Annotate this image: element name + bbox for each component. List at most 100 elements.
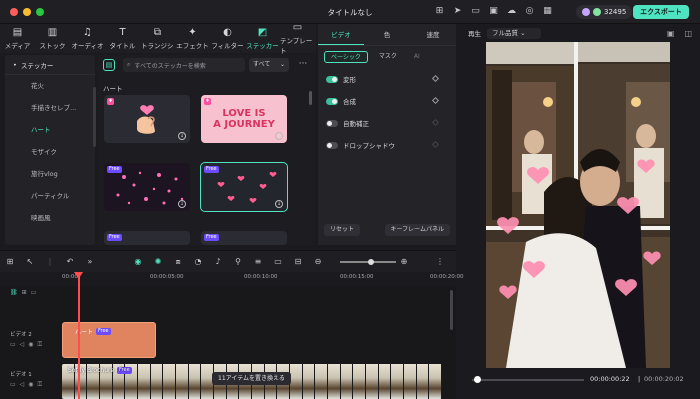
download-icon[interactable]: ↓ [275, 200, 283, 208]
sidebar-item-cinematic[interactable]: 映画風 [5, 207, 95, 229]
sidebar-item-mosaic[interactable]: モザイク [5, 141, 95, 163]
export-button[interactable]: エクスポート [633, 5, 689, 19]
tab-transition[interactable]: ⧉トランジション [140, 24, 175, 53]
seek-bar[interactable] [472, 376, 584, 383]
library-scrollbar[interactable] [309, 91, 312, 105]
auto-enhance-toggle[interactable] [326, 119, 338, 127]
keyframe-icon[interactable] [431, 118, 440, 127]
link-icon[interactable]: ⛓ [10, 289, 18, 296]
transform-toggle[interactable] [326, 75, 338, 83]
download-icon[interactable]: ↓ [275, 132, 283, 140]
download-icon[interactable]: ↓ [178, 200, 186, 208]
timeline-scrollbar[interactable] [450, 290, 453, 330]
screen-icon[interactable]: ▭ [470, 6, 481, 17]
prop-row-compositing[interactable]: 合成 [318, 90, 456, 112]
mic-icon[interactable]: ⚲ [228, 257, 248, 266]
search-input[interactable]: ⌕ すべてのステッカーを検索 [123, 58, 245, 72]
sidebar-item-heart[interactable]: ハート [5, 119, 95, 141]
subtab-basic[interactable]: ベーシック [324, 51, 368, 63]
tab-video[interactable]: ビデオ [318, 24, 364, 45]
lock-icon[interactable]: ⚿ [38, 341, 43, 349]
keyframe-panel-button[interactable]: キーフレームパネル [384, 224, 450, 236]
keyframe-icon[interactable] [431, 96, 440, 105]
crop-icon[interactable]: ⧈ [168, 257, 188, 267]
seek-handle[interactable] [474, 376, 481, 383]
sidebar-header[interactable]: • ステッカー [5, 55, 95, 75]
layout-icon[interactable]: ◫ [684, 29, 692, 38]
prop-row-transform[interactable]: 変形 [318, 68, 456, 90]
drop-shadow-toggle[interactable] [326, 141, 338, 149]
more-icon[interactable]: ··· [295, 58, 311, 72]
tab-effect[interactable]: ✦ エフェクト [175, 24, 210, 53]
gift-icon[interactable]: ⊞ [434, 6, 445, 17]
library-icon[interactable]: ▤ [103, 59, 115, 71]
zoom-in-icon[interactable]: ⊕ [394, 257, 414, 266]
sidebar-item-handdrawn[interactable]: 手描きセレブ... [5, 97, 95, 119]
compositing-toggle[interactable] [326, 97, 338, 105]
filter-dropdown[interactable]: すべて ⌄ [249, 58, 289, 72]
tab-sticker[interactable]: ◩ ステッカー [245, 24, 280, 53]
speaker-icon[interactable]: ◁ [20, 381, 25, 389]
more-options-icon[interactable]: ⋮ [430, 257, 450, 266]
prop-row-auto-enhance[interactable]: 自動補正 [318, 112, 456, 134]
sidebar-item-fireworks[interactable]: 花火 [5, 75, 95, 97]
grid-view-icon[interactable]: ⊞ [0, 257, 20, 266]
subtitle-icon[interactable]: ▭ [268, 257, 288, 266]
tab-audio[interactable]: ♫ オーディオ [70, 24, 105, 53]
playhead[interactable] [78, 273, 80, 399]
keyframe-icon[interactable] [431, 74, 440, 83]
select-icon[interactable]: ↖ [20, 257, 40, 266]
sticker-thumb-heart-hand[interactable]: ♦ ↓ [104, 95, 190, 143]
credits-badge[interactable]: 32495 [576, 5, 633, 19]
keyframe-icon[interactable] [431, 140, 440, 149]
tab-template[interactable]: ▭ テンプレート [280, 22, 315, 55]
sticker-thumb-floating-hearts[interactable]: Free ↓ [200, 162, 288, 212]
track-layout-icon[interactable]: ▭ [31, 289, 37, 296]
tab-title[interactable]: T タイトル [105, 24, 140, 53]
send-icon[interactable]: ➤ [452, 6, 463, 17]
sidebar-item-particle[interactable]: パーティクル [5, 185, 95, 207]
download-icon[interactable]: ↓ [178, 132, 186, 140]
sticker-thumb-love-journey[interactable]: ♦ LOVE IS A JOURNEY ↓ [201, 95, 287, 143]
tab-filter[interactable]: ◐ フィルター [210, 24, 245, 53]
lock-icon[interactable]: ⚿ [38, 381, 43, 389]
support-icon[interactable]: ◎ [524, 6, 535, 17]
prop-row-drop-shadow[interactable]: ドロップシャドウ [318, 134, 456, 156]
folder-icon[interactable]: ▭ [10, 341, 16, 349]
speaker-icon[interactable]: ◁ [20, 341, 25, 349]
track-add-icon[interactable]: ⊞ [22, 289, 27, 296]
tab-speed[interactable]: 速度 [410, 24, 456, 45]
folder-icon[interactable]: ▭ [10, 381, 16, 389]
eye-icon[interactable]: ◉ [28, 381, 33, 389]
save-icon[interactable]: ▣ [488, 6, 499, 17]
reset-button[interactable]: リセット [324, 224, 361, 236]
sidebar-scrollbar[interactable] [93, 87, 96, 147]
subtab-ai[interactable]: AI [408, 51, 426, 63]
zoom-out-icon[interactable]: ⊖ [308, 257, 328, 266]
cloud-icon[interactable]: ☁ [506, 6, 517, 17]
speed-icon[interactable]: ◔ [188, 257, 208, 266]
redo-icon[interactable]: » [80, 257, 100, 266]
video-preview[interactable] [486, 42, 670, 368]
quality-dropdown[interactable]: フル品質 ⌄ [487, 27, 541, 39]
tab-color[interactable]: 色 [364, 24, 410, 45]
sticker-thumb-row3-1[interactable]: Free [104, 231, 190, 245]
grid-icon[interactable]: ▦ [542, 6, 553, 17]
magic-icon[interactable]: ✺ [148, 257, 168, 266]
marker-icon[interactable]: ⊟ [288, 257, 308, 266]
timeline-ruler[interactable]: 00:00 00:00:05:00 00:00:10:00 00:00:15:0… [0, 272, 464, 286]
sidebar-item-travel-vlog[interactable]: 旅行vlog [5, 163, 95, 185]
zoom-slider[interactable] [340, 259, 396, 264]
sticker-thumb-glitter-hearts[interactable]: Free ↓ [104, 163, 190, 211]
subtab-mask[interactable]: マスク [373, 51, 403, 63]
beat-icon[interactable]: ♪ [208, 257, 228, 266]
sticker-thumb-row3-2[interactable]: Free [201, 231, 287, 245]
voiceover-icon[interactable]: ≡ [248, 257, 268, 266]
eye-icon[interactable]: ◉ [28, 341, 33, 349]
undo-icon[interactable]: ↶ [60, 257, 80, 266]
tab-media[interactable]: ▤ メディア [0, 24, 35, 53]
replace-tooltip[interactable]: 11アイテムを置き換える [212, 372, 291, 385]
tab-stock[interactable]: ▥ ストック [35, 24, 70, 53]
ai-icon[interactable]: ◉ [128, 257, 148, 266]
sticker-clip[interactable]: ハート Free [62, 322, 156, 358]
